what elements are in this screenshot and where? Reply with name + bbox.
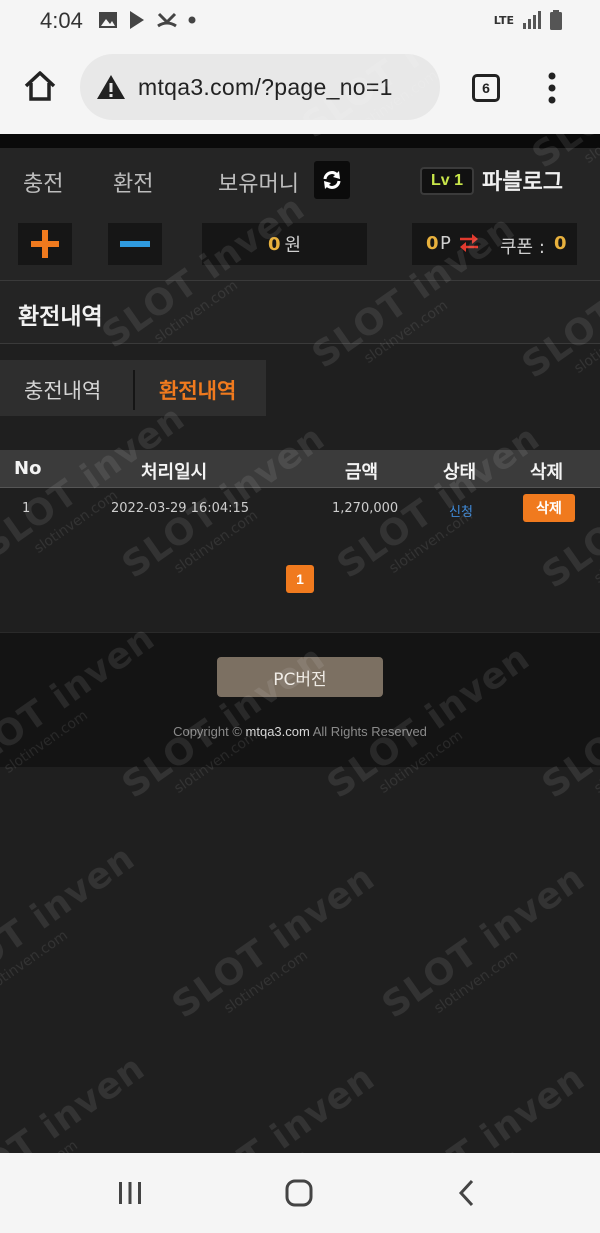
url-text[interactable]: mtqa3.com/?page_no=1 [138,74,393,101]
tab-exchange-history[interactable]: 환전내역 [159,375,236,405]
balance-unit: 원 [284,235,302,256]
recent-apps-icon[interactable] [114,1177,146,1209]
home-icon[interactable] [22,68,58,104]
cell-amount: 1,270,000 [332,501,399,516]
table-header: No 처리일시 금액 상태 삭제 [0,450,600,488]
cell-no: 1 [22,501,31,516]
tab-charge-history[interactable]: 충전내역 [24,375,101,405]
tab-divider [133,370,135,410]
coupon-label: 쿠폰 : [500,237,545,258]
cell-date: 2022-03-29 16:04:15 [111,501,250,516]
pc-version-button[interactable]: PC버전 [217,657,383,697]
points-display: 0 P 쿠폰 : 0 [412,223,577,265]
exchange-button[interactable] [108,223,162,265]
tab-switcher-button[interactable]: 6 [472,74,500,102]
username[interactable]: 파블로그 [482,164,563,196]
balance-value: 0 [267,233,281,255]
section-header: 환전내역 [0,280,600,344]
more-menu-icon[interactable] [546,72,558,104]
site-footer [0,632,600,767]
col-status: 상태 [443,462,477,483]
play-store-icon [130,11,144,29]
address-bar[interactable]: mtqa3.com/?page_no=1 [80,54,440,120]
copyright-domain: mtqa3.com [245,724,310,739]
system-nav-bar [0,1153,600,1233]
delete-button[interactable]: 삭제 [523,494,575,522]
charge-button[interactable] [18,223,72,265]
balance-display: 0 원 [202,223,367,265]
copyright-prefix: Copyright © [173,724,242,739]
dot-icon [188,16,196,24]
watermark: SLOT invenslotinven.com [0,397,193,566]
watermark: SLOT invenslotinven.com [375,857,593,1027]
browser-toolbar: mtqa3.com/?page_no=1 6 [0,42,600,134]
col-date: 처리일시 [141,462,208,483]
cell-status: 신청 [449,505,473,520]
status-time: 4:04 [40,8,83,33]
col-delete: 삭제 [530,462,564,483]
nav-exchange[interactable]: 환전 [113,166,153,198]
refresh-icon [323,171,341,189]
home-nav-icon[interactable] [283,1177,315,1209]
col-no: No [14,458,42,479]
col-amount: 금액 [345,462,379,483]
minus-icon [120,241,150,247]
nav-charge[interactable]: 충전 [23,166,63,198]
plus-icon [31,230,59,258]
page-1-button[interactable]: 1 [286,565,314,593]
system-icons: LTE [494,10,562,30]
missed-call-icon [157,12,177,28]
watermark: SLOT invenslotinven.com [0,837,143,1007]
convert-arrows-icon[interactable] [458,232,480,254]
warning-icon[interactable] [96,74,126,100]
page-title: 환전내역 [18,304,103,330]
battery-icon [550,10,562,30]
level-badge: Lv 1 [420,167,474,195]
points-value: 0 [426,233,439,254]
watermark: SLOT invenslotinven.com [165,857,383,1027]
gallery-icon [99,12,117,28]
signal-icon [523,11,541,29]
copyright-suffix: All Rights Reserved [312,724,427,739]
coupon-count: 0 [554,233,567,254]
holding-money-label: 보유머니 [218,172,299,197]
status-bar: 4:04 LTE [0,0,600,42]
lte-icon: LTE [493,13,514,27]
copyright-text: Copyright © mtqa3.com All Rights Reserve… [0,724,600,739]
points-unit: P [440,233,451,254]
notification-icons [98,10,196,30]
refresh-button[interactable] [314,161,350,199]
back-icon[interactable] [452,1177,484,1209]
header-strip [0,134,600,148]
